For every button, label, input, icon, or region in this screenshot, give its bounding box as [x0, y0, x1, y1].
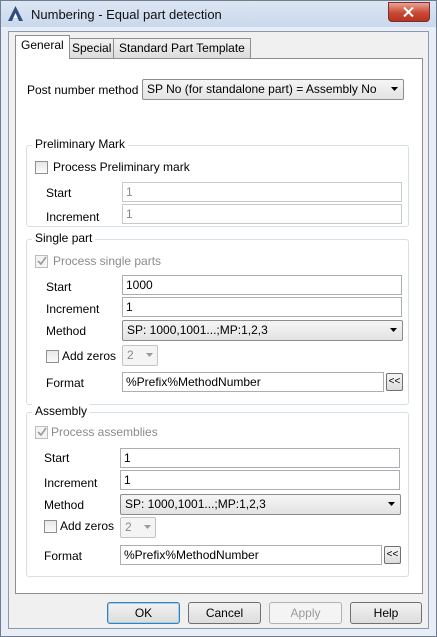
- single-format-insert-button[interactable]: <<: [386, 373, 403, 391]
- preliminary-increment-label: Increment: [46, 210, 100, 224]
- preliminary-start-input[interactable]: 1: [122, 182, 402, 202]
- tab-special[interactable]: Special: [66, 38, 118, 58]
- single-method-label: Method: [46, 324, 87, 338]
- single-start-input[interactable]: 1000: [122, 275, 402, 295]
- chevron-down-icon: [144, 525, 151, 529]
- chevron-down-icon: [390, 328, 397, 332]
- checkmark-icon: [37, 427, 47, 437]
- chevron-down-icon: [391, 87, 398, 91]
- assembly-method-label: Method: [44, 498, 85, 512]
- single-add-zeros-select[interactable]: 2: [122, 345, 158, 366]
- window-title: Numbering - Equal part detection: [31, 7, 222, 22]
- single-start-label: Start: [46, 280, 72, 294]
- assembly-add-zeros-label: Add zeros: [60, 519, 115, 533]
- title-bar[interactable]: Numbering - Equal part detection: [1, 1, 436, 27]
- preliminary-mark-title: Preliminary Mark: [32, 137, 129, 151]
- ok-button[interactable]: OK: [107, 602, 180, 624]
- preliminary-start-label: Start: [46, 186, 72, 200]
- single-method-value: SP: 1000,1001...;MP:1,2,3: [127, 323, 268, 337]
- single-increment-input[interactable]: 1: [122, 297, 402, 317]
- apply-button[interactable]: Apply: [269, 602, 342, 624]
- dialog-client-area: General Special Standard Part Template P…: [8, 31, 429, 629]
- assembly-method-value: SP: 1000,1001...;MP:1,2,3: [125, 497, 266, 511]
- preliminary-increment-input[interactable]: 1: [122, 204, 402, 224]
- single-add-zeros-checkbox[interactable]: [46, 350, 59, 363]
- assembly-start-input[interactable]: 1: [120, 448, 400, 468]
- process-single-parts-label: Process single parts: [53, 254, 162, 268]
- assembly-add-zeros-value: 2: [125, 520, 132, 534]
- process-preliminary-label: Process Preliminary mark: [53, 160, 190, 174]
- app-logo-icon: [7, 5, 24, 22]
- cancel-button[interactable]: Cancel: [188, 602, 261, 624]
- single-part-title: Single part: [32, 231, 96, 245]
- process-assemblies-label: Process assemblies: [51, 425, 158, 439]
- process-single-parts-checkbox[interactable]: [35, 255, 48, 268]
- tab-general[interactable]: General: [15, 35, 70, 59]
- single-add-zeros-value: 2: [127, 348, 134, 362]
- assembly-format-label: Format: [44, 549, 83, 563]
- assembly-method-select[interactable]: SP: 1000,1001...;MP:1,2,3: [120, 494, 401, 515]
- close-button[interactable]: [388, 2, 430, 22]
- chevron-down-icon: [388, 502, 395, 506]
- assembly-title: Assembly: [32, 404, 91, 418]
- process-assemblies-checkbox[interactable]: [35, 426, 48, 439]
- single-format-input[interactable]: %Prefix%MethodNumber: [122, 372, 384, 392]
- assembly-add-zeros-checkbox[interactable]: [44, 520, 57, 533]
- assembly-increment-input[interactable]: 1: [120, 470, 400, 490]
- assembly-add-zeros-select[interactable]: 2: [120, 517, 156, 538]
- checkmark-icon: [37, 256, 47, 266]
- close-icon: [403, 7, 414, 17]
- assembly-start-label: Start: [44, 451, 70, 465]
- assembly-format-insert-button[interactable]: <<: [384, 546, 401, 564]
- help-button[interactable]: Help: [350, 602, 422, 624]
- single-add-zeros-label: Add zeros: [62, 349, 117, 363]
- tab-standard-part-template[interactable]: Standard Part Template: [113, 38, 251, 58]
- assembly-format-input[interactable]: %Prefix%MethodNumber: [120, 545, 382, 565]
- post-number-method-select[interactable]: SP No (for standalone part) = Assembly N…: [142, 79, 404, 100]
- single-method-select[interactable]: SP: 1000,1001...;MP:1,2,3: [122, 320, 403, 341]
- post-number-method-value: SP No (for standalone part) = Assembly N…: [147, 82, 377, 96]
- assembly-increment-label: Increment: [44, 476, 98, 490]
- general-tab-panel: Post number method SP No (for standalone…: [15, 58, 423, 594]
- single-increment-label: Increment: [46, 302, 100, 316]
- single-format-label: Format: [46, 376, 85, 390]
- post-number-method-label: Post number method: [27, 83, 139, 97]
- chevron-down-icon: [146, 353, 153, 357]
- dialog-window: Numbering - Equal part detection General…: [0, 0, 437, 637]
- process-preliminary-checkbox[interactable]: [35, 161, 48, 174]
